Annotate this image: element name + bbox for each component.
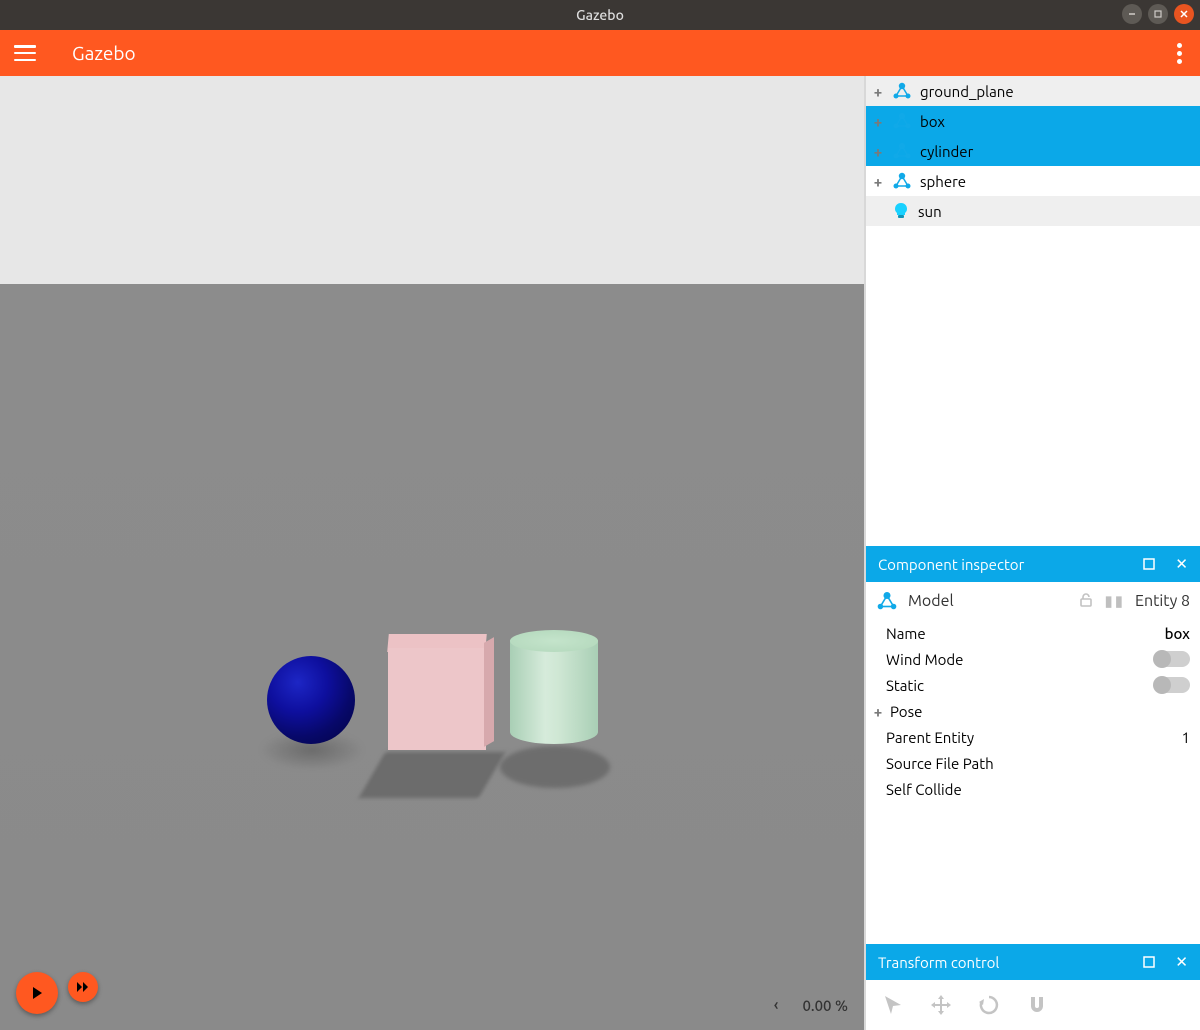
- step-forward-button[interactable]: [68, 972, 98, 1002]
- lock-icon[interactable]: [1078, 592, 1094, 611]
- window-titlebar: Gazebo: [0, 0, 1200, 30]
- transform-panel-header[interactable]: Transform control ✕: [866, 944, 1200, 980]
- snap-tool-icon[interactable]: [1024, 992, 1050, 1018]
- tree-item-label: box: [920, 113, 945, 130]
- tree-item-sphere[interactable]: + sphere: [866, 166, 1200, 196]
- panel-close-icon[interactable]: ✕: [1175, 953, 1188, 971]
- panel-title: Component inspector: [878, 556, 1024, 573]
- viewport-ground: ‹ 0.00 %: [0, 284, 864, 1030]
- translate-tool-icon[interactable]: [928, 992, 954, 1018]
- static-toggle[interactable]: [1154, 677, 1190, 693]
- panel-undock-icon[interactable]: [1143, 556, 1155, 573]
- scene-cylinder[interactable]: [510, 630, 598, 752]
- app-title: Gazebo: [72, 42, 136, 64]
- model-icon: [892, 81, 912, 101]
- tree-item-sun[interactable]: sun: [866, 196, 1200, 226]
- hamburger-menu-icon[interactable]: [14, 42, 36, 64]
- transform-toolbar: [866, 980, 1200, 1030]
- prop-parent-key: Parent Entity: [886, 729, 974, 746]
- tree-item-ground-plane[interactable]: + ground_plane: [866, 76, 1200, 106]
- prop-name-value: box: [1165, 625, 1190, 642]
- panel-undock-icon[interactable]: [1143, 954, 1155, 971]
- expand-icon[interactable]: +: [872, 703, 884, 720]
- prop-wind-key: Wind Mode: [886, 651, 963, 668]
- prop-source-key: Source File Path: [886, 755, 994, 772]
- expand-icon[interactable]: +: [872, 143, 884, 160]
- expand-icon[interactable]: +: [872, 83, 884, 100]
- scene-sphere[interactable]: [267, 656, 355, 744]
- panel-title: Transform control: [878, 954, 999, 971]
- scene-box[interactable]: [388, 634, 486, 750]
- prop-name-key: Name: [886, 625, 926, 642]
- tree-item-label: cylinder: [920, 143, 973, 160]
- expand-icon[interactable]: +: [872, 173, 884, 190]
- prop-self-key: Self Collide: [886, 781, 962, 798]
- tree-item-label: ground_plane: [920, 83, 1014, 100]
- tree-item-cylinder[interactable]: + cylinder: [866, 136, 1200, 166]
- wind-mode-toggle[interactable]: [1154, 651, 1190, 667]
- prop-static-key: Static: [886, 677, 924, 694]
- tree-item-box[interactable]: + box: [866, 106, 1200, 136]
- entity-tree: + ground_plane + box + cylinder: [866, 76, 1200, 546]
- model-icon: [892, 171, 912, 191]
- expand-icon[interactable]: +: [872, 113, 884, 130]
- select-tool-icon[interactable]: [880, 992, 906, 1018]
- close-button[interactable]: [1174, 4, 1194, 24]
- maximize-button[interactable]: [1148, 4, 1168, 24]
- inspector-entity-label: Entity 8: [1135, 592, 1190, 610]
- right-sidebar: + ground_plane + box + cylinder: [864, 76, 1200, 1030]
- pause-icon[interactable]: ▮▮: [1104, 592, 1125, 610]
- minimize-button[interactable]: [1122, 4, 1142, 24]
- tree-item-label: sun: [918, 203, 942, 220]
- prop-pose-key: Pose: [890, 703, 922, 720]
- sim-percent: 0.00 %: [802, 997, 848, 1014]
- panel-close-icon[interactable]: ✕: [1175, 555, 1188, 573]
- rotate-tool-icon[interactable]: [976, 992, 1002, 1018]
- prop-parent-value: 1: [1182, 729, 1190, 746]
- cylinder-shadow: [500, 746, 610, 788]
- box-shadow: [359, 752, 506, 798]
- window-controls: [1122, 4, 1194, 24]
- sim-status-bar: ‹ 0.00 %: [774, 996, 848, 1014]
- light-icon: [892, 202, 910, 220]
- inspector-empty-area: [866, 802, 1200, 944]
- inspector-summary: Model ▮▮ Entity 8: [866, 582, 1200, 620]
- model-icon: [892, 141, 912, 161]
- status-expand-icon[interactable]: ‹: [774, 996, 779, 1014]
- viewport-sky: [0, 76, 864, 284]
- model-icon: [876, 590, 898, 612]
- tree-item-label: sphere: [920, 173, 966, 190]
- play-button[interactable]: [16, 972, 58, 1014]
- 3d-viewport[interactable]: ‹ 0.00 %: [0, 76, 864, 1030]
- kebab-menu-icon[interactable]: [1173, 39, 1186, 68]
- window-title: Gazebo: [576, 7, 624, 23]
- inspector-rows: Name box Wind Mode Static + Pose Parent En…: [866, 620, 1200, 802]
- inspector-type-label: Model: [908, 592, 954, 610]
- model-icon: [892, 111, 912, 131]
- inspector-panel-header[interactable]: Component inspector ✕: [866, 546, 1200, 582]
- app-header: Gazebo: [0, 30, 1200, 76]
